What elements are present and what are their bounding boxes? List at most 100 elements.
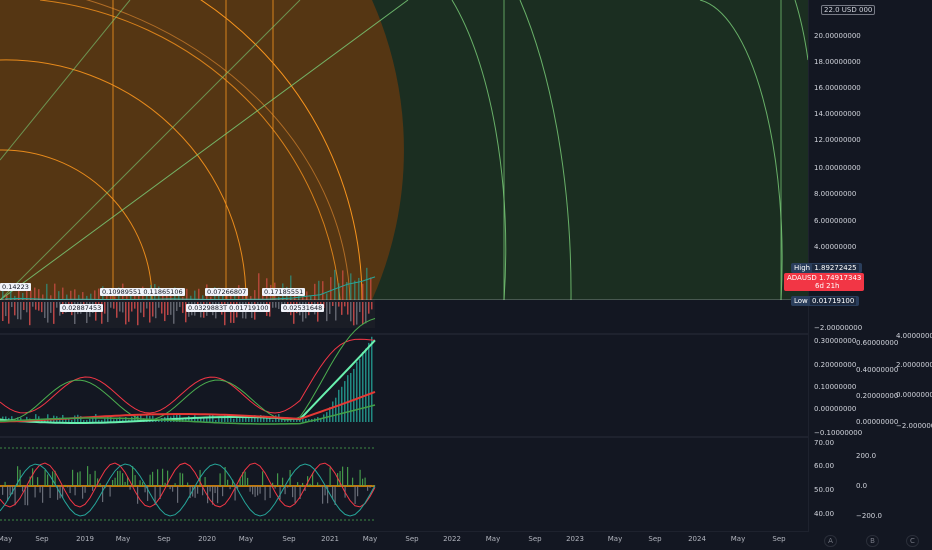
scale-button-a[interactable]: A [824,535,837,547]
lower-bar [359,302,361,313]
symbol-label: ADAUSD [787,274,817,282]
volume-bar [54,283,56,300]
pane3-bar [164,482,166,486]
scale-button-b[interactable]: B [866,535,879,547]
lower-bar [116,302,118,318]
time-axis-label: Sep [282,535,296,543]
pane3-bar [99,483,101,486]
lower-bar [368,302,370,314]
volume-bar [14,295,16,300]
pane2-axis-label: 0.10000000 [814,383,856,391]
pane3-bar [309,483,311,486]
high-label: High [794,264,811,272]
pane3-axis-label: 60.00 [814,462,834,470]
pane3-bar [264,486,266,501]
time-axis-label: May [607,535,623,543]
lower-bar [371,302,373,310]
pane3-bar [89,474,91,486]
pane3-bar [94,470,96,486]
lower-bar [356,302,358,325]
time-axis-label: Sep [157,535,171,543]
volume-bar [306,291,308,300]
pane2-axis2-label: 0.00000000 [856,418,898,426]
lower-bar [182,302,184,313]
annotation-label: 0.02887453 [60,304,104,312]
currency-box[interactable]: 22.0 USD 000 [821,5,876,15]
pane3-axis-label: 50.00 [814,486,834,494]
volume-bar [258,273,260,300]
pane3-bar [302,482,304,486]
pane3-bar [214,486,216,494]
price-axis-label: 18.00000000 [814,58,861,66]
pane2-axis2-label: 0.60000000 [856,339,898,347]
pane3-bar [369,486,371,488]
pane3-bar [107,486,109,487]
pane3-bar [114,477,116,486]
lower-bar [179,302,181,308]
scale-button-c[interactable]: C [906,535,919,547]
pane3-bar [124,481,126,486]
pane3-axis2-label: −200.0 [856,512,882,520]
pane3-bar [92,486,94,491]
volume-bar [334,269,336,300]
annotation-label: 0.10989551 0.11865106 [100,288,185,296]
annotation-label: 0.14223 [0,283,31,291]
pane2-bar [92,418,94,422]
pane3-bar [252,486,254,495]
volume-bar [318,280,320,300]
pane2-bar [332,401,334,422]
pane3-bar [259,486,261,494]
time-axis-label: 2022 [443,535,461,543]
price-axis-label: 10.00000000 [814,164,861,172]
main-chart-svg[interactable] [0,0,808,532]
low-label: Low [794,297,808,305]
pane3-bar [204,477,206,486]
low-price-tag: Low 0.01719100 [791,296,860,306]
pane2-bar [335,397,337,422]
volume-bar [326,293,328,300]
lower-bar [341,302,343,315]
pane3-bar [244,471,246,486]
time-axis-label: 2024 [688,535,706,543]
last-value: 1.74917343 [819,274,862,282]
lower-bar [53,302,55,324]
price-axis-label: 8.00000000 [814,190,856,198]
lower-bar [278,302,280,309]
lower-bar [173,302,175,324]
pane2-bar [362,351,364,422]
pane3-bar [342,466,344,486]
pane3-bar [44,469,46,486]
lower-bar [44,302,46,318]
price-axis-label: 4.00000000 [814,243,856,251]
lower-bar [107,302,109,323]
lower-bar [344,302,346,307]
pane3-bar [362,478,364,486]
pane2-axis-label: −0.10000000 [814,429,862,437]
pane3-bar [217,486,219,504]
pane2-axis3-label: 0.00000000 [896,391,932,399]
lower-bar [335,302,337,321]
pane3-bar [364,477,366,486]
volume-bar [70,290,72,300]
time-axis-label: 2020 [198,535,216,543]
pane3-bar [317,482,319,486]
countdown: 6d 21h [815,282,840,290]
volume-bar [194,290,196,300]
pane3-bar [287,486,289,488]
lower-bar [14,302,16,316]
volume-bar [62,287,64,300]
pane3-bar [222,486,224,497]
time-axis-label: May [362,535,378,543]
lower-bar [332,302,334,307]
pane2-bar [206,418,208,422]
pane3-bar [37,477,39,486]
volume-bar [46,283,48,300]
pane3-green-line [0,463,376,517]
pane3-bar [49,486,51,498]
pane3-bar [219,473,221,486]
pane2-axis-label: 0.20000000 [814,361,856,369]
pane2-bar [98,419,100,422]
pane3-bar [182,473,184,486]
volume-bar [58,291,60,300]
pane3-bar [9,486,11,496]
